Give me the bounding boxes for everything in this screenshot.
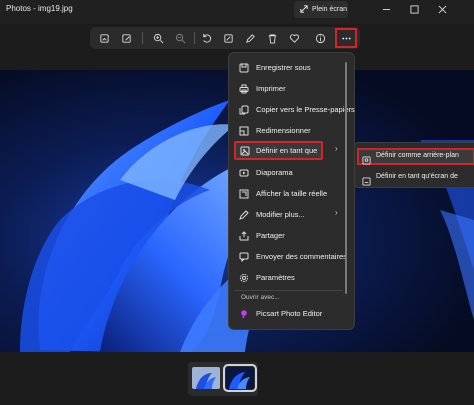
- menu-item-label: Afficher la taille réelle: [256, 189, 328, 198]
- fullscreen-icon: [300, 4, 308, 15]
- favorite-icon: [289, 33, 299, 43]
- settings-icon: [239, 273, 249, 283]
- thumbnail[interactable]: [192, 367, 220, 389]
- menu-item-label: Diaporama: [256, 168, 293, 177]
- maximize-button[interactable]: [400, 0, 428, 18]
- rotate-button[interactable]: [198, 30, 214, 46]
- menu-item-label: Paramètres: [256, 273, 295, 282]
- zoom-out-button[interactable]: [172, 30, 188, 46]
- menu-item-label: Picsart Photo Editor: [256, 309, 323, 318]
- submenu-item-label: Définir comme arrière-plan: [376, 152, 459, 159]
- menu-item-label: Copier vers le Presse-papiers: [256, 105, 355, 114]
- zoom-in-icon: [153, 33, 163, 43]
- more-icon: [341, 37, 351, 39]
- more-options-menu: Enregistrer sous Imprimer Copier vers le…: [228, 52, 355, 330]
- share-icon: [239, 231, 249, 241]
- markup-button[interactable]: [220, 30, 236, 46]
- actual-size-icon: [239, 189, 249, 199]
- draw-icon: [245, 33, 255, 43]
- menu-item-feedback[interactable]: Envoyer des commentaires: [229, 247, 347, 266]
- set-as-submenu: Définir comme arrière-plan Définir en ta…: [354, 142, 474, 188]
- submenu-item-set-wallpaper[interactable]: Définir comme arrière-plan: [357, 148, 474, 165]
- menu-item-label: Modifier plus...: [256, 210, 305, 219]
- menu-item-settings[interactable]: Paramètres: [229, 268, 347, 287]
- fullscreen-button[interactable]: Plein écran: [294, 1, 348, 18]
- close-button[interactable]: [428, 0, 456, 18]
- resize-icon: [239, 126, 249, 136]
- more-options-button[interactable]: [335, 28, 357, 48]
- menu-item-print[interactable]: Imprimer: [229, 79, 347, 98]
- favorite-button[interactable]: [286, 30, 302, 46]
- title-bar: Photos - img19.jpg Plein écran: [0, 0, 474, 24]
- menu-item-set-as[interactable]: Définir en tant que: [234, 141, 323, 160]
- menu-scrollbar[interactable]: [345, 62, 347, 294]
- menu-item-label: Envoyer des commentaires: [256, 252, 347, 261]
- menu-item-share[interactable]: Partager: [229, 226, 347, 245]
- delete-button[interactable]: [264, 30, 280, 46]
- fullscreen-label: Plein écran: [312, 6, 348, 13]
- menu-item-actual-size[interactable]: Afficher la taille réelle: [229, 184, 347, 203]
- submenu-chevron-icon: ›: [335, 208, 338, 217]
- menu-item-slideshow[interactable]: Diaporama: [229, 163, 347, 182]
- menu-divider: [235, 290, 343, 291]
- save-icon: [239, 63, 249, 73]
- menu-item-edit-more[interactable]: Modifier plus...: [229, 205, 347, 224]
- window-title: Photos - img19.jpg: [6, 4, 73, 13]
- copy-icon: [239, 105, 249, 115]
- menu-item-resize[interactable]: Redimensionner: [229, 121, 347, 140]
- menu-item-label: Redimensionner: [256, 126, 311, 135]
- thumbnail-selected[interactable]: [223, 364, 257, 392]
- lockscreen-icon: [362, 173, 371, 186]
- menu-item-save-as[interactable]: Enregistrer sous: [229, 58, 347, 77]
- info-button[interactable]: [312, 30, 328, 46]
- toolbar-divider: [142, 32, 143, 44]
- crop-icon: [99, 33, 109, 43]
- menu-item-label: Définir en tant que: [256, 146, 318, 155]
- menu-item-label: Imprimer: [256, 84, 286, 93]
- open-with-label: Ouvrir avec...: [241, 294, 280, 301]
- menu-item-label: Partager: [256, 231, 285, 240]
- filmstrip: [188, 362, 258, 396]
- info-icon: [315, 33, 325, 43]
- zoom-in-button[interactable]: [150, 30, 166, 46]
- edit-image-icon: [121, 33, 131, 43]
- submenu-chevron-icon: ›: [335, 144, 338, 153]
- toolbar-divider: [194, 32, 195, 44]
- submenu-item-label: Définir en tant qu'écran de: [376, 173, 458, 180]
- edit-more-icon: [239, 210, 249, 220]
- thumbnail-image: [226, 367, 254, 389]
- delete-icon: [268, 33, 276, 44]
- print-icon: [239, 84, 249, 94]
- zoom-out-icon: [175, 33, 185, 43]
- minimize-button[interactable]: [372, 0, 400, 18]
- set-as-icon: [240, 146, 250, 156]
- menu-item-label: Enregistrer sous: [256, 63, 311, 72]
- submenu-item-set-lockscreen[interactable]: Définir en tant qu'écran de: [357, 169, 474, 186]
- picsart-icon: [239, 309, 249, 319]
- feedback-icon: [239, 252, 249, 262]
- draw-button[interactable]: [242, 30, 258, 46]
- rotate-icon: [202, 33, 211, 43]
- markup-icon: [223, 33, 233, 43]
- menu-item-copy[interactable]: Copier vers le Presse-papiers: [229, 100, 355, 119]
- edit-image-button[interactable]: [118, 30, 134, 46]
- wallpaper-icon: [362, 152, 371, 165]
- thumbnail-image: [192, 367, 220, 389]
- slideshow-icon: [239, 168, 249, 178]
- image-toolbar: [90, 27, 360, 49]
- menu-item-picsart[interactable]: Picsart Photo Editor: [229, 304, 347, 323]
- crop-button[interactable]: [96, 30, 112, 46]
